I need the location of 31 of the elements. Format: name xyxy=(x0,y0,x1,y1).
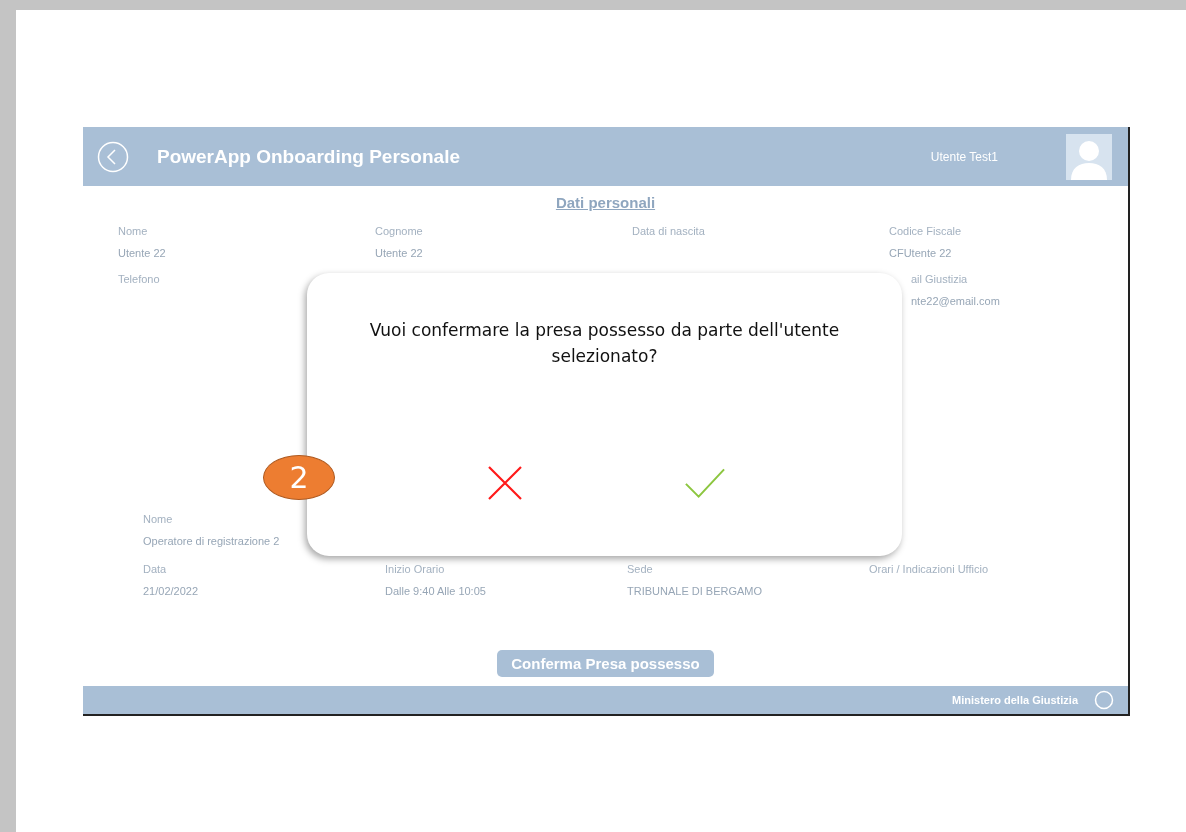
close-icon xyxy=(486,465,523,501)
app-title: PowerApp Onboarding Personale xyxy=(157,145,461,168)
back-icon[interactable] xyxy=(97,140,129,173)
field-label: ail Giustizia xyxy=(911,273,969,285)
step-number-badge: 2 xyxy=(263,455,335,500)
field-value: CFUtente 22 xyxy=(889,247,953,259)
field-value: Utente 22 xyxy=(375,247,424,259)
avatar-icon xyxy=(1066,133,1112,180)
field-value: Dalle 9:40 Alle 10:05 xyxy=(385,585,487,597)
field-label: Data di nascita xyxy=(632,225,706,237)
field-value: TRIBUNALE DI BERGAMO xyxy=(627,585,764,597)
field-label: Data xyxy=(143,563,168,575)
emblem-icon xyxy=(1094,690,1114,710)
field-label: Cognome xyxy=(375,225,424,237)
field-value: Utente 22 xyxy=(118,247,167,259)
field-value: Operatore di registrazione 2 xyxy=(143,535,281,547)
user-name: Utente Test1 xyxy=(930,149,998,164)
field-label: Inizio Orario xyxy=(385,563,446,575)
section-title: Dati personali xyxy=(555,194,656,211)
confirm-possession-button[interactable]: Conferma Presa possesso xyxy=(497,650,714,677)
field-value: 21/02/2022 xyxy=(143,585,200,597)
field-value: nte22@email.com xyxy=(911,295,1001,307)
checkmark-icon xyxy=(684,467,725,499)
field-label: Sede xyxy=(627,563,654,575)
field-label: Nome xyxy=(118,225,149,237)
field-label: Orari / Indicazioni Ufficio xyxy=(869,563,989,575)
field-label: Nome xyxy=(143,513,174,525)
footer-text: Ministero della Giustizia xyxy=(952,694,1078,706)
field-label: Telefono xyxy=(118,273,161,285)
dialog-message: Vuoi confermare la presa possesso da parte dell'utente selezionato? xyxy=(368,319,841,368)
field-label: Codice Fiscale xyxy=(889,225,963,237)
